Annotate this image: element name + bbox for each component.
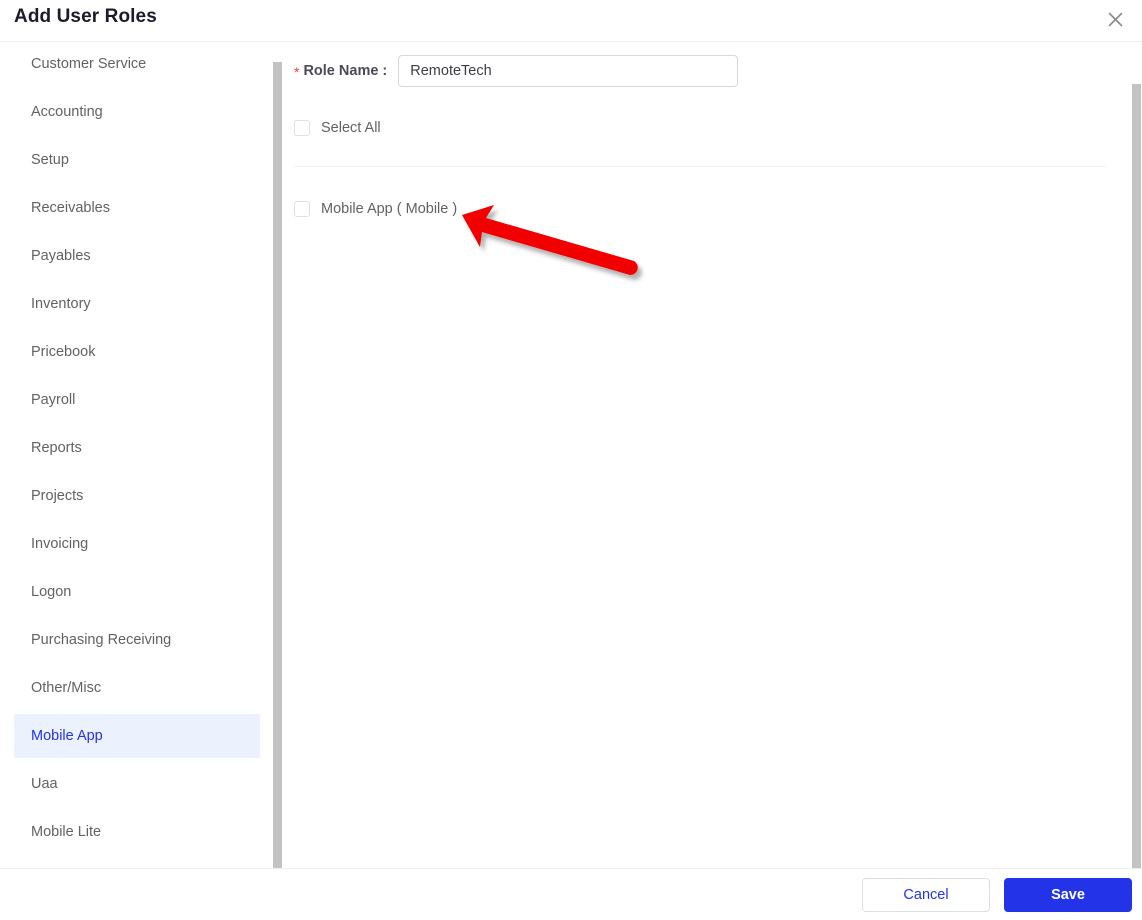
dialog-footer: Cancel Save	[0, 868, 1142, 920]
role-name-field-row: * Role Name :	[294, 55, 739, 87]
required-asterisk-icon: *	[294, 64, 300, 80]
sidebar-item-payroll[interactable]: Payroll	[14, 378, 260, 422]
sidebar-item-payables[interactable]: Payables	[14, 234, 260, 278]
sidebar-item-label: Uaa	[31, 776, 58, 792]
sidebar-item-label: Inventory	[31, 296, 91, 312]
dialog-scrollbar-track[interactable]	[1132, 42, 1142, 902]
save-button[interactable]: Save	[1004, 878, 1132, 912]
sidebar-item-uaa[interactable]: Uaa	[14, 762, 260, 806]
sidebar-scrollbar-track[interactable]	[273, 42, 282, 868]
sidebar-item-invoicing[interactable]: Invoicing	[14, 522, 260, 566]
sidebar-item-receivables[interactable]: Receivables	[14, 186, 260, 230]
sidebar-item-label: Setup	[31, 152, 69, 168]
sidebar-item-label: Other/Misc	[31, 680, 102, 696]
mobile-app-label[interactable]: Mobile App ( Mobile )	[321, 201, 457, 217]
cancel-button[interactable]: Cancel	[862, 878, 990, 912]
sidebar-item-label: Payroll	[31, 392, 76, 408]
mobile-app-checkbox[interactable]	[294, 201, 310, 217]
sidebar-item-label: Purchasing Receiving	[31, 632, 172, 648]
role-name-label: Role Name :	[303, 63, 388, 79]
sidebar-item-label: Payables	[31, 248, 91, 264]
sidebar-item-label: Mobile App	[31, 728, 103, 744]
role-name-input[interactable]	[398, 55, 739, 87]
sidebar-item-label: Accounting	[31, 104, 103, 120]
sidebar-item-mobile-app[interactable]: Mobile App	[14, 714, 260, 758]
sidebar-item-accounting[interactable]: Accounting	[14, 90, 260, 134]
dialog-header: Add User Roles	[0, 0, 1142, 42]
select-all-row[interactable]: Select All	[294, 118, 381, 138]
select-all-label[interactable]: Select All	[321, 120, 381, 136]
permission-row-mobile-app[interactable]: Mobile App ( Mobile )	[294, 199, 457, 219]
sidebar-item-label: Customer Service	[31, 56, 147, 72]
sidebar-item-label: Pricebook	[31, 344, 96, 360]
page-title: Add User Roles	[14, 6, 157, 27]
sidebar-item-purchasing-receiving[interactable]: Purchasing Receiving	[14, 618, 260, 662]
dialog-scrollbar-thumb[interactable]	[1132, 84, 1141, 902]
sidebar-item-label: Invoicing	[31, 536, 89, 552]
add-user-roles-dialog: Add User Roles Customer Service Accountin…	[0, 0, 1142, 920]
category-sidebar[interactable]: Customer Service Accounting Setup Receivabl…	[0, 42, 274, 868]
sidebar-item-label: Receivables	[31, 200, 110, 216]
sidebar-item-label: Reports	[31, 440, 82, 456]
sidebar-item-list: Customer Service Accounting Setup Receivabl…	[0, 42, 274, 854]
sidebar-item-reports[interactable]: Reports	[14, 426, 260, 470]
sidebar-item-other-misc[interactable]: Other/Misc	[14, 666, 260, 710]
sidebar-scrollbar-thumb[interactable]	[273, 62, 282, 868]
sidebar-item-inventory[interactable]: Inventory	[14, 282, 260, 326]
sidebar-item-pricebook[interactable]: Pricebook	[14, 330, 260, 374]
select-all-checkbox[interactable]	[294, 120, 310, 136]
sidebar-item-label: Mobile Lite	[31, 824, 102, 840]
permissions-panel: * Role Name : Select All Mobile App ( Mo…	[284, 42, 1125, 868]
section-divider	[294, 166, 1106, 167]
sidebar-item-projects[interactable]: Projects	[14, 474, 260, 518]
sidebar-item-customer-service[interactable]: Customer Service	[14, 42, 260, 86]
sidebar-item-mobile-lite[interactable]: Mobile Lite	[14, 810, 260, 854]
sidebar-item-logon[interactable]: Logon	[14, 570, 260, 614]
close-icon[interactable]	[1102, 6, 1128, 32]
sidebar-item-label: Logon	[31, 584, 72, 600]
sidebar-item-setup[interactable]: Setup	[14, 138, 260, 182]
sidebar-item-label: Projects	[31, 488, 84, 504]
